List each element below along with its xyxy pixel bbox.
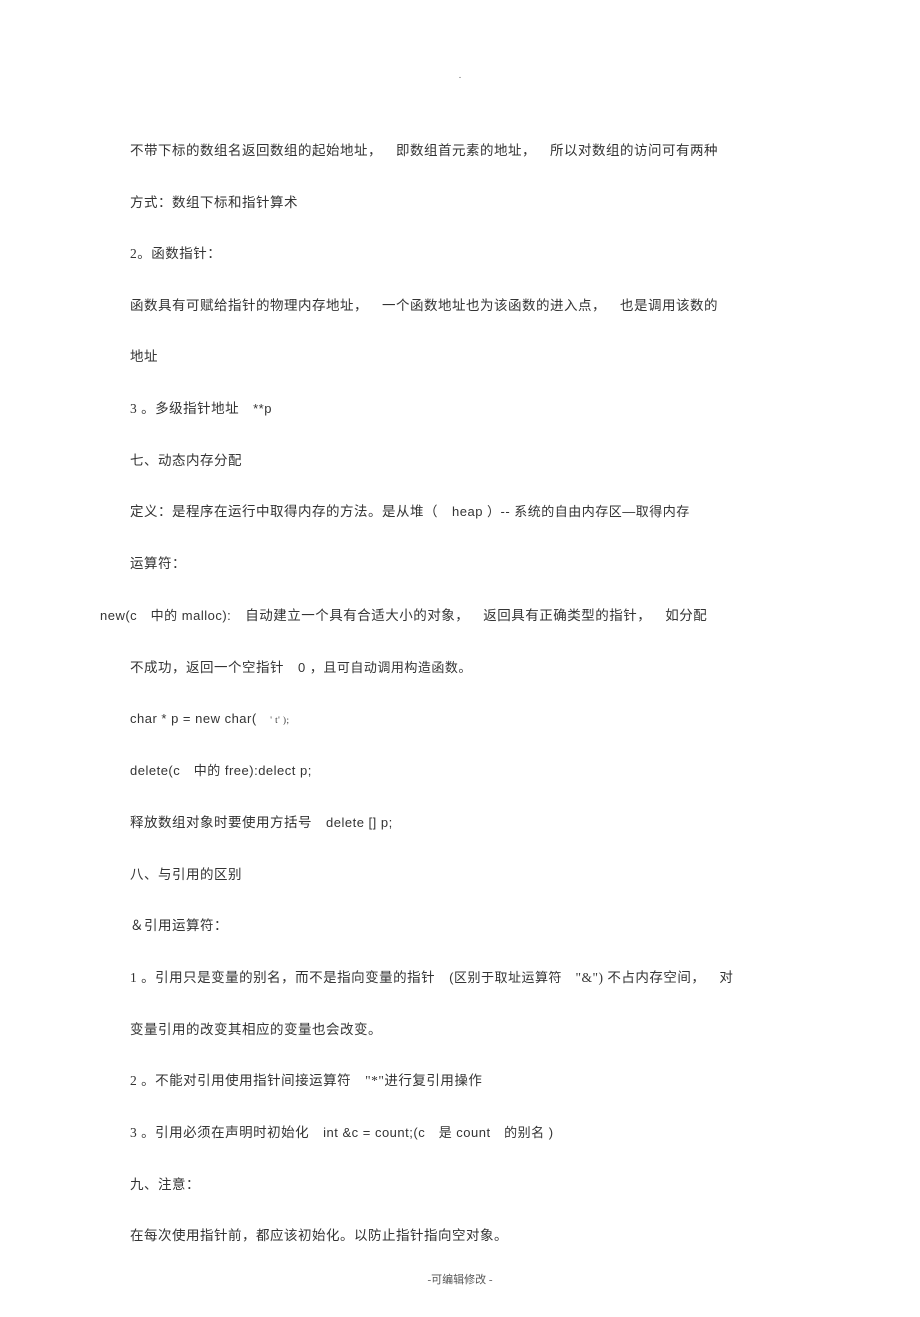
paragraph: 在每次使用指针前，都应该初始化。以防止指针指向空对象。 [130,1225,790,1247]
paragraph: 不带下标的数组名返回数组的起始地址， 即数组首元素的地址， 所以对数组的访问可有… [130,140,790,162]
code-segment: char * p = new char( [130,711,270,726]
paragraph: delete(c 中的 free):delect p; [130,760,790,782]
paragraph: 不成功，返回一个空指针 0 ，且可自动调用构造函数。 [130,657,790,679]
text-segment: 1 。引用只是变量的别名，而不是指向变量的指针 [130,970,449,985]
code-segment: 0 ，且可自动调用构造函数。 [298,660,472,675]
paragraph: 函数具有可赋给指针的物理内存地址， 一个函数地址也为该函数的进入点， 也是调用该… [130,295,790,317]
paragraph: 释放数组对象时要使用方括号 delete [] p; [130,812,790,834]
paragraph: 八、与引用的区别 [130,864,790,886]
paragraph: ＆引用运算符： [130,915,790,937]
text-segment: 3 。多级指针地址 [130,401,253,416]
code-segment: delete [] p; [326,815,393,830]
paragraph: 3 。多级指针地址 **p [130,398,790,420]
paragraph: 定义：是程序在运行中取得内存的方法。是从堆（ heap ）-- 系统的自由内存区… [130,501,790,523]
paragraph: 变量引用的改变其相应的变量也会改变。 [130,1019,790,1041]
paragraph: 九、注意： [130,1174,790,1196]
code-segment: (区别于取址运算符 [449,970,575,985]
text-segment: 3 。引用必须在声明时初始化 [130,1125,323,1140]
text-segment: 2 。不能对引用使用指针间接运算符 [130,1073,365,1088]
code-segment: **p [253,401,272,416]
code-segment: heap ）-- 系统的自由内存区—取得内存 [452,504,690,519]
paragraph: 2 。不能对引用使用指针间接运算符 "*"进行复引用操作 [130,1070,790,1092]
paragraph: 2。函数指针： [130,243,790,265]
paragraph: 运算符： [130,553,790,575]
text-segment: 定义：是程序在运行中取得内存的方法。是从堆（ [130,504,452,519]
document-page: . 不带下标的数组名返回数组的起始地址， 即数组首元素的地址， 所以对数组的访问… [0,0,920,1317]
paragraph: 3 。引用必须在声明时初始化 int &c = count;(c 是 count… [130,1122,790,1144]
code-segment: new(c 中的 malloc): [100,608,231,623]
paragraph: 1 。引用只是变量的别名，而不是指向变量的指针 (区别于取址运算符 "&") 不… [130,967,790,989]
text-segment: 释放数组对象时要使用方括号 [130,815,326,830]
top-marker: . [130,70,790,80]
text-segment: "&") 不占内存空间， 对 [575,970,733,985]
paragraph: char * p = new char( ' t' ); [130,708,790,730]
text-segment: 不成功，返回一个空指针 [130,660,298,675]
paragraph: 七、动态内存分配 [130,450,790,472]
code-segment-small: ' t' ); [270,715,289,725]
code-segment: int &c = count;(c 是 count 的别名 ) [323,1125,553,1140]
text-segment: "*"进行复引用操作 [365,1073,482,1088]
text-segment: 自动建立一个具有合适大小的对象， 返回具有正确类型的指针， 如分配 [231,608,707,623]
paragraph: new(c 中的 malloc): 自动建立一个具有合适大小的对象， 返回具有正… [100,605,790,627]
code-segment: delete(c 中的 free):delect p; [130,763,312,778]
paragraph: 方式：数组下标和指针算术 [130,192,790,214]
paragraph: 地址 [130,346,790,368]
page-footer: -可编辑修改 - [0,1271,920,1287]
